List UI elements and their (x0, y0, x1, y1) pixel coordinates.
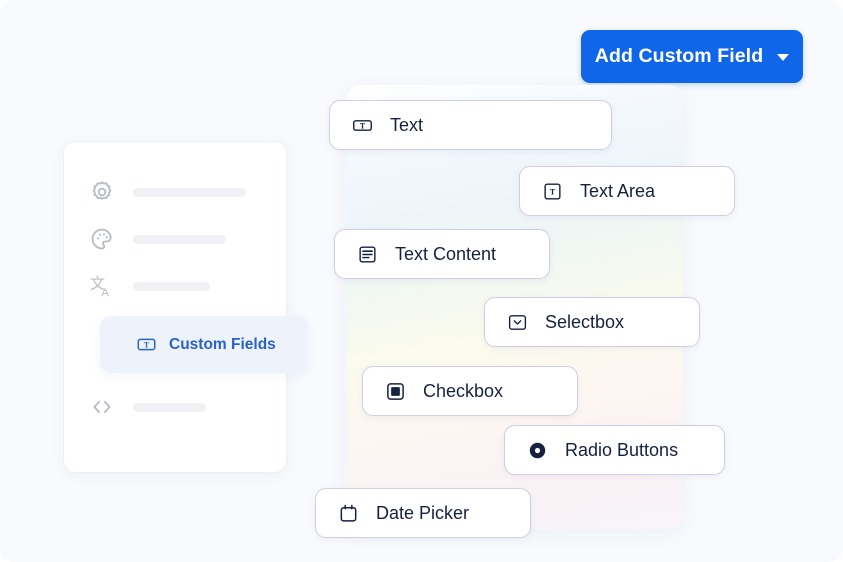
field-card-text-label: Text (390, 114, 424, 135)
calendar-icon (340, 504, 357, 522)
sidebar-item-general[interactable] (89, 179, 246, 205)
field-card-selectbox[interactable]: Selectbox (484, 297, 700, 347)
chevron-down-icon (777, 54, 790, 61)
gear-icon (92, 181, 112, 200)
field-card-radio-buttons-label: Radio Buttons (565, 439, 679, 460)
sidebar-item-language-placeholder (133, 281, 210, 291)
sidebar-item-developer-placeholder (133, 402, 206, 412)
sidebar-item-custom-fields[interactable]: T Custom Fields (100, 316, 308, 373)
field-card-checkbox[interactable]: Checkbox (362, 366, 578, 416)
sidebar-item-general-placeholder (133, 187, 246, 197)
text-area-icon: T (544, 182, 561, 200)
svg-text:T: T (360, 121, 366, 130)
sidebar-item-language[interactable]: 文 A (89, 273, 210, 299)
field-card-text-content-label: Text Content (395, 243, 497, 264)
checkbox-icon (387, 382, 404, 400)
sidebar-item-appearance-placeholder (133, 234, 226, 244)
translate-icon: 文 A (90, 275, 110, 300)
sidebar-item-custom-fields-label: Custom Fields (169, 335, 276, 353)
field-card-date-picker[interactable]: Date Picker (315, 488, 531, 538)
add-custom-field-label: Add Custom Field (594, 45, 764, 67)
svg-text:T: T (550, 187, 556, 196)
text-field-icon: T (353, 119, 372, 131)
field-card-text-content[interactable]: Text Content (334, 229, 550, 279)
sidebar-item-appearance[interactable] (89, 226, 226, 252)
svg-text:T: T (144, 341, 150, 350)
field-card-selectbox-label: Selectbox (545, 311, 625, 332)
field-card-text[interactable]: T Text (329, 100, 612, 150)
field-card-radio-buttons[interactable]: Radio Buttons (504, 425, 725, 475)
radio-button-icon (529, 442, 546, 458)
palette-icon (91, 228, 112, 250)
field-card-checkbox-label: Checkbox (423, 380, 504, 401)
selectbox-icon (508, 314, 527, 330)
settings-sidebar-panel: 文 A (63, 141, 287, 473)
field-card-text-area[interactable]: T Text Area (519, 166, 735, 216)
code-icon (93, 400, 111, 414)
text-content-icon (359, 245, 376, 263)
app-canvas: Add Custom Field 文 A T Custom Fields T T… (0, 0, 843, 562)
sidebar-item-developer[interactable] (89, 394, 206, 420)
text-field-icon: T (137, 338, 156, 351)
add-custom-field-button[interactable]: Add Custom Field (581, 30, 803, 83)
field-card-text-area-label: Text Area (580, 180, 656, 201)
svg-text:A: A (102, 287, 110, 299)
field-card-date-picker-label: Date Picker (376, 502, 470, 523)
